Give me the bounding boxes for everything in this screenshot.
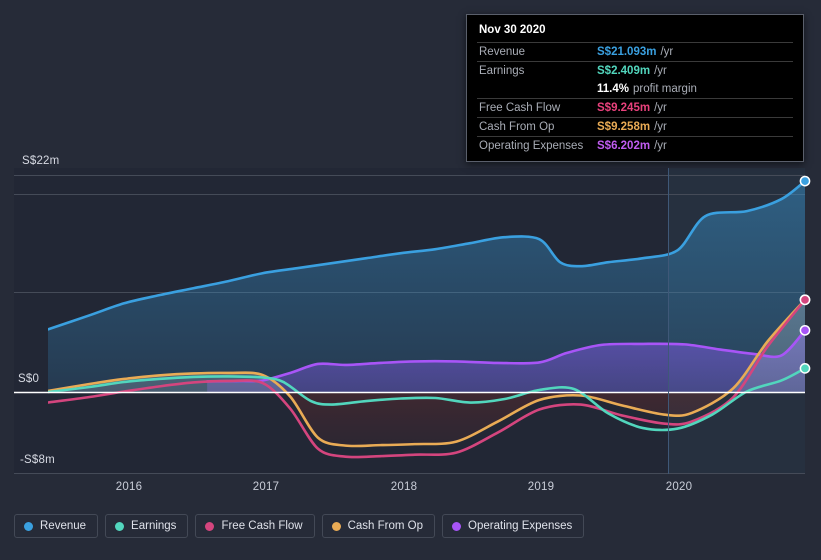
tooltip-row-unit: /yr bbox=[660, 46, 674, 58]
legend-color-dot-icon bbox=[24, 521, 33, 531]
endpoint-marker-earnings bbox=[799, 363, 811, 374]
y-tick-label-zero: S$0 bbox=[18, 373, 40, 385]
tooltip-row-value: S$2.409m bbox=[597, 65, 651, 77]
tooltip-row: 11.4% profit margin bbox=[477, 80, 793, 98]
tooltip-row-value: S$9.245m bbox=[597, 102, 651, 114]
tooltip-row-label: Revenue bbox=[479, 46, 526, 58]
legend-item-label: Revenue bbox=[40, 520, 87, 532]
legend-item-earnings[interactable]: Earnings bbox=[105, 514, 189, 538]
tooltip-row-value: S$9.258m bbox=[597, 121, 651, 133]
legend-color-dot-icon bbox=[205, 521, 215, 531]
data-tooltip: Nov 30 2020 Revenue S$21.093m/yr Earnings S… bbox=[466, 14, 804, 162]
tooltip-row-label: Operating Expenses bbox=[479, 140, 584, 152]
tooltip-row-value: S$6.202m bbox=[597, 140, 651, 152]
tooltip-rows: Revenue S$21.093m/yr Earnings S$2.409m/yr 11… bbox=[477, 42, 793, 155]
x-tick-label-2019: 2019 bbox=[527, 481, 555, 493]
legend-item-label: Operating Expenses bbox=[468, 520, 573, 532]
tooltip-row-value: S$21.093m bbox=[597, 46, 657, 58]
tooltip-row-value: 11.4% bbox=[597, 83, 629, 95]
tooltip-row-unit: /yr bbox=[654, 121, 667, 133]
tooltip-row: Cash From Op S$9.258m/yr bbox=[477, 117, 793, 136]
x-tick-label-2017: 2017 bbox=[252, 481, 280, 493]
endpoint-marker-free-cash-flow bbox=[799, 294, 811, 306]
x-tick-label-2018: 2018 bbox=[390, 481, 418, 493]
legend-item-revenue[interactable]: Revenue bbox=[14, 514, 99, 538]
tooltip-row-unit: /yr bbox=[654, 102, 667, 114]
tooltip-row-label: Earnings bbox=[479, 65, 525, 77]
legend-item-label: Earnings bbox=[131, 520, 177, 532]
tooltip-row: Revenue S$21.093m/yr bbox=[477, 42, 793, 61]
legend-item-free-cash-flow[interactable]: Free Cash Flow bbox=[195, 514, 315, 538]
tooltip-row-unit: /yr bbox=[654, 65, 667, 77]
legend-color-dot-icon bbox=[331, 521, 341, 531]
tooltip-row: Earnings S$2.409m/yr bbox=[477, 61, 793, 80]
legend-color-dot-icon bbox=[115, 521, 125, 531]
tooltip-row-unit: /yr bbox=[654, 140, 667, 152]
legend-item-label: Free Cash Flow bbox=[221, 520, 303, 532]
tooltip-row-label: Free Cash Flow bbox=[479, 102, 561, 114]
endpoint-marker-revenue bbox=[799, 175, 811, 187]
tooltip-row-unit: profit margin bbox=[632, 83, 697, 95]
tooltip-row: Operating Expenses S$6.202m/yr bbox=[477, 136, 793, 155]
tooltip-date: Nov 30 2020 bbox=[479, 24, 546, 36]
y-tick-label-top: S$22m bbox=[22, 155, 60, 167]
y-tick-label-bottom: -S$8m bbox=[20, 454, 55, 466]
legend-item-cash-from-op[interactable]: Cash From Op bbox=[321, 514, 436, 538]
legend-item-operating-expenses[interactable]: Operating Expenses bbox=[442, 514, 585, 538]
tooltip-row-label: Cash From Op bbox=[479, 121, 555, 133]
legend-item-label: Cash From Op bbox=[347, 520, 424, 532]
legend-color-dot-icon bbox=[452, 521, 462, 531]
x-tick-label-2020: 2020 bbox=[665, 481, 693, 493]
x-tick-label-2016: 2016 bbox=[115, 481, 143, 493]
financial-performance-chart: S$22m S$0 -S$8m 2016 2017 2018 2019 2020… bbox=[0, 0, 821, 560]
endpoint-marker-operating-expenses bbox=[799, 324, 811, 336]
tooltip-row: Free Cash Flow S$9.245m/yr bbox=[477, 98, 793, 117]
chart-legend: Revenue Earnings Free Cash Flow Cash From O… bbox=[14, 514, 585, 538]
